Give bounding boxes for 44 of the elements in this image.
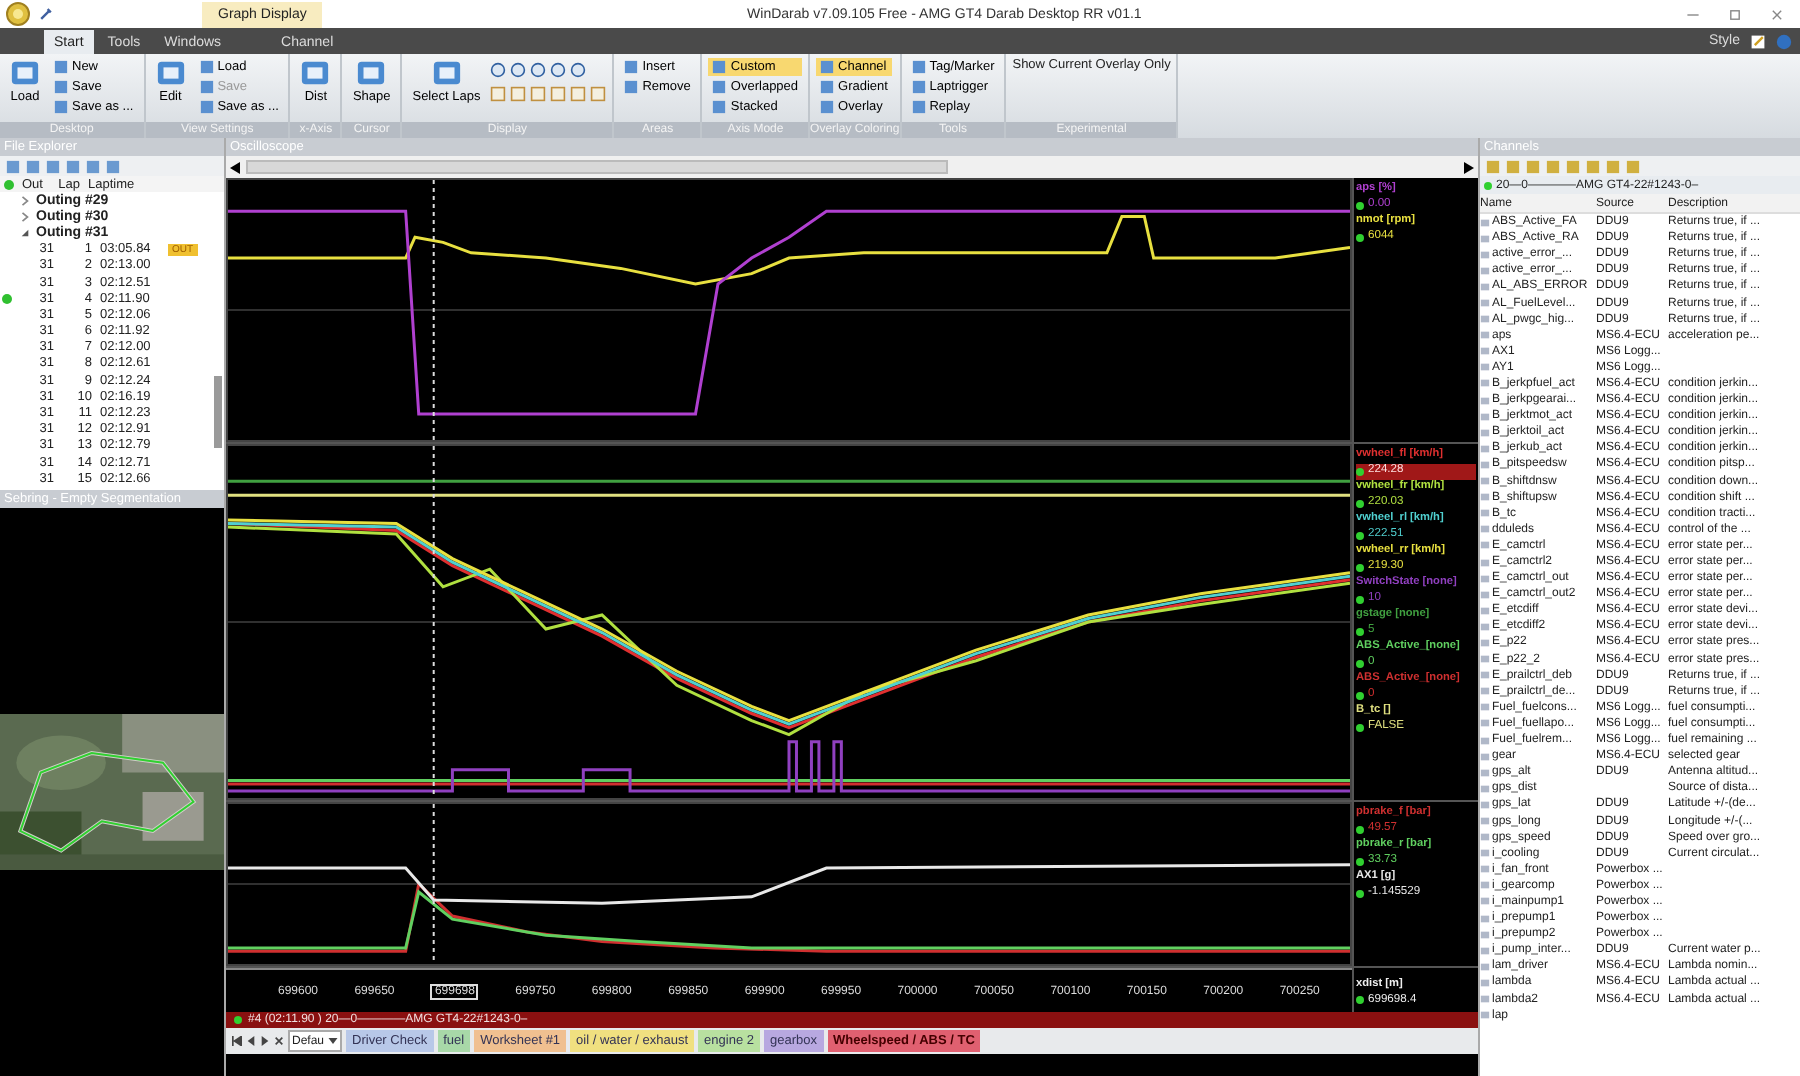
close-icon[interactable] bbox=[274, 1036, 284, 1046]
status-dot-icon bbox=[1484, 181, 1492, 189]
scrollbar-thumb[interactable] bbox=[214, 376, 222, 448]
tool-icon bbox=[10, 58, 40, 88]
status-dot-icon bbox=[1356, 889, 1364, 898]
collapse-arrow-icon[interactable] bbox=[20, 227, 30, 238]
first-page-icon[interactable] bbox=[232, 1036, 242, 1046]
status-dot-icon bbox=[1356, 595, 1364, 604]
status-dot-icon bbox=[1356, 233, 1364, 242]
status-dot-icon bbox=[1356, 723, 1364, 732]
tool-icon bbox=[155, 58, 186, 88]
status-dot-icon bbox=[1356, 531, 1364, 540]
cursor-line[interactable] bbox=[432, 180, 435, 440]
status-dot-icon bbox=[1356, 499, 1364, 508]
next-icon[interactable] bbox=[260, 1036, 270, 1046]
tool-icon bbox=[356, 58, 387, 88]
cursor-line[interactable] bbox=[432, 446, 435, 798]
status-dot-icon bbox=[1356, 996, 1364, 1005]
status-dot-icon bbox=[1356, 857, 1364, 866]
maximize-icon[interactable] bbox=[1728, 7, 1742, 21]
scroll-right-icon[interactable] bbox=[1462, 161, 1474, 173]
status-dot-icon bbox=[234, 1016, 242, 1024]
status-dot-icon bbox=[1356, 627, 1364, 636]
close-icon[interactable] bbox=[1770, 7, 1784, 21]
plot-area[interactable] bbox=[226, 802, 1352, 966]
help-icon[interactable] bbox=[1776, 33, 1792, 49]
plot-area[interactable] bbox=[226, 444, 1352, 800]
scrollbar-thumb[interactable] bbox=[246, 160, 949, 174]
status-dot-icon bbox=[1356, 563, 1364, 572]
status-dot-icon bbox=[4, 179, 14, 189]
caret-icon bbox=[328, 1038, 339, 1044]
edit-icon[interactable] bbox=[1750, 33, 1766, 49]
status-dot-icon bbox=[1356, 201, 1364, 210]
previous-icon[interactable] bbox=[246, 1036, 256, 1046]
app-logo-icon[interactable] bbox=[6, 2, 30, 26]
status-dot-icon bbox=[1356, 691, 1364, 700]
status-dot-icon bbox=[1356, 659, 1364, 668]
wrench-icon[interactable] bbox=[38, 6, 54, 22]
status-dot-icon bbox=[1356, 467, 1364, 476]
status-dot-icon bbox=[1356, 825, 1364, 834]
tool-icon bbox=[300, 58, 331, 88]
cursor-line[interactable] bbox=[432, 804, 435, 964]
tool-icon bbox=[431, 58, 462, 88]
scroll-left-icon[interactable] bbox=[230, 161, 242, 173]
